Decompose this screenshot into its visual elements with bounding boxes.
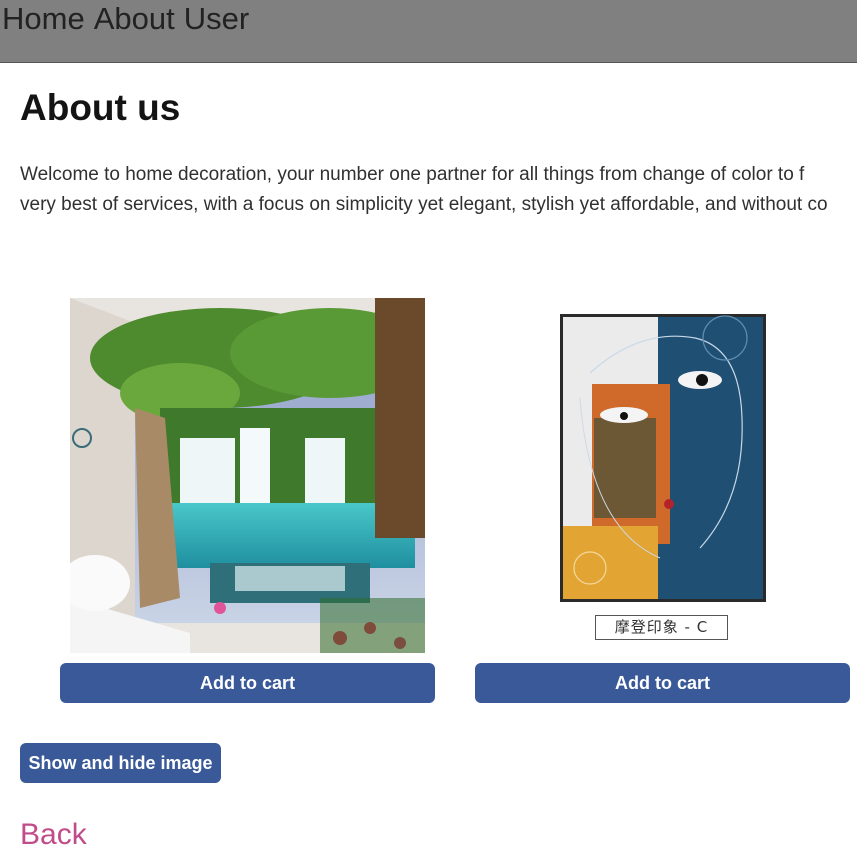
nav-user-link[interactable]: User bbox=[184, 1, 249, 36]
back-link[interactable]: Back bbox=[20, 815, 87, 855]
nav-home-link[interactable]: Home bbox=[2, 1, 85, 36]
product-caption: 摩登印象 - C bbox=[595, 615, 728, 640]
waterfall-wall-mural-image bbox=[70, 298, 425, 653]
nav-about-link[interactable]: About bbox=[94, 1, 175, 36]
abstract-face-painting-image bbox=[520, 298, 805, 648]
add-to-cart-button-1[interactable]: Add to cart bbox=[60, 663, 435, 703]
intro-line-1: Welcome to home decoration, your number … bbox=[20, 164, 805, 185]
intro-text: Welcome to home decoration, your number … bbox=[20, 160, 857, 220]
show-hide-image-button[interactable]: Show and hide image bbox=[20, 743, 221, 783]
page-title: About us bbox=[20, 87, 181, 128]
nav-links: Home About User bbox=[2, 0, 258, 38]
add-to-cart-button-2[interactable]: Add to cart bbox=[475, 663, 850, 703]
top-navbar: Home About User bbox=[0, 0, 857, 63]
intro-line-2: very best of services, with a focus on s… bbox=[20, 194, 828, 215]
